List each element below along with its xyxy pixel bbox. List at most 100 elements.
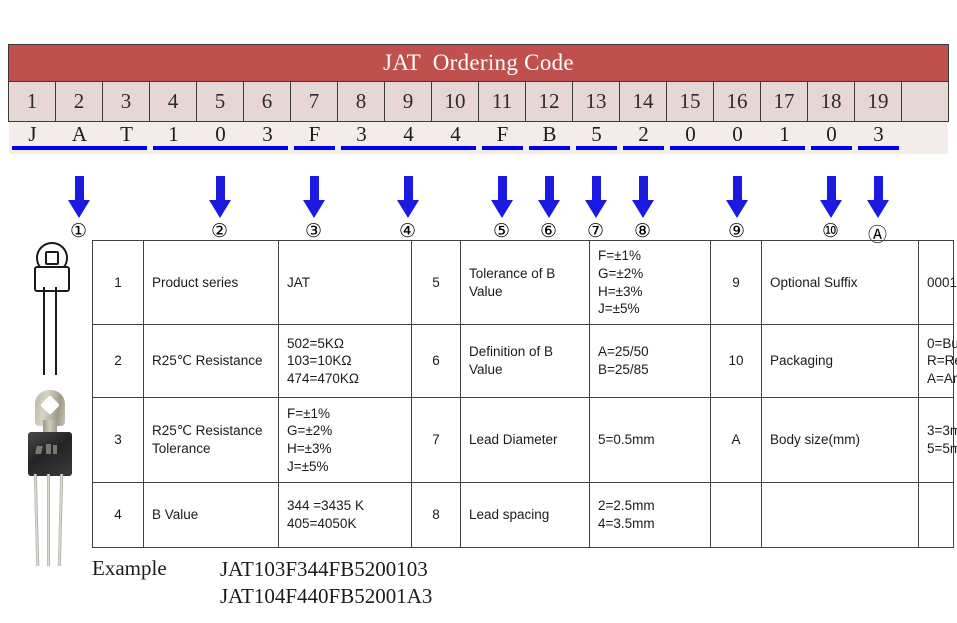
down-arrow-icon: [866, 176, 889, 218]
down-arrow-icon: [819, 176, 842, 218]
table-cell-index: A: [710, 397, 762, 484]
arrow-shaft: [215, 176, 225, 202]
table-row: 2 R25℃ Resistance 502=5KΩ 103=10KΩ 474=470…: [92, 324, 957, 399]
position-number-cell: 3: [103, 82, 150, 121]
table-cell-value: JAT: [278, 239, 412, 326]
arrow-head: [631, 200, 654, 218]
position-number-cell: 15: [667, 82, 714, 121]
product-image-column: [14, 240, 86, 570]
position-number-cell: 4: [150, 82, 197, 121]
table-cell-label: Body size(mm): [761, 397, 919, 484]
code-character-cell: [902, 122, 948, 154]
table-cell-label: Lead spacing: [460, 482, 590, 549]
code-group-underline: [623, 146, 664, 150]
position-number-cell: 17: [761, 82, 808, 121]
code-character: A: [71, 122, 88, 146]
code-character: 4: [450, 122, 461, 146]
table-row: 3 R25℃ Resistance Tolerance F=±1% G=±2% H=…: [92, 397, 957, 484]
table-cell-label: R25℃ Resistance Tolerance: [143, 397, 279, 484]
arrow-shaft: [309, 176, 319, 202]
down-arrow-icon: [537, 176, 560, 218]
table-cell-label: Definition of B Value: [460, 324, 590, 399]
arrow-shaft: [497, 176, 507, 202]
position-number-cell: 1: [9, 82, 56, 121]
table-cell-value: [918, 482, 954, 549]
table-cell-index: 1: [92, 239, 144, 326]
position-number-cell: 6: [244, 82, 291, 121]
table-cell-label: Tolerance of B Value: [460, 239, 590, 326]
code-character: F: [308, 122, 321, 146]
table-cell-label: Optional Suffix: [761, 239, 919, 326]
table-cell-value: A=25/50 B=25/85: [589, 324, 711, 399]
table-cell-index: 5: [411, 239, 461, 326]
arrow-shaft: [591, 176, 601, 202]
position-number-cell: [902, 82, 948, 121]
code-character: 3: [262, 122, 273, 146]
arrow-head: [396, 200, 419, 218]
arrow-head: [302, 200, 325, 218]
table-cell-value: 0001: [918, 239, 957, 326]
table-cell-label: Lead Diameter: [460, 397, 590, 484]
down-arrow-icon: [584, 176, 607, 218]
code-group-underline: [294, 146, 335, 150]
table-cell-index: 2: [92, 324, 144, 399]
table-cell-index: 7: [411, 397, 461, 484]
ordering-code-spec-table: 1 Product series JAT 5 Tolerance of B Value F…: [92, 239, 957, 549]
drawing-head-hole: [45, 251, 59, 265]
photo-body-marking: [53, 445, 57, 454]
arrow-head: [819, 200, 842, 218]
table-cell-value: F=±1% G=±2% H=±3% J=±5%: [589, 239, 711, 326]
position-number-cell: 14: [620, 82, 667, 121]
arrow-shaft: [732, 176, 742, 202]
photo-lead-pin: [33, 473, 40, 567]
example-code: JAT103F344FB5200103: [220, 557, 428, 581]
table-cell-value: 2=2.5mm 4=3.5mm: [589, 482, 711, 549]
code-character: 0: [826, 122, 837, 146]
table-cell-value: 5=0.5mm: [589, 397, 711, 484]
arrow-shaft: [826, 176, 836, 202]
code-group-underline: [858, 146, 899, 150]
table-row: 4B Value 344 =3435 K 405=4050K 8 Lead spaci…: [92, 482, 954, 549]
position-number-row: 1 2 3 4 5 6 7 8 9 10 11 12 13 14 15 16 17 18 19: [8, 82, 949, 122]
code-character: 3: [356, 122, 367, 146]
table-cell-index: 8: [411, 482, 461, 549]
page-title: JAT Ordering Code: [383, 50, 574, 75]
photo-lead-pin: [57, 473, 64, 567]
code-group-underline: [482, 146, 523, 150]
down-arrow-icon: [208, 176, 231, 218]
down-arrow-icon: [725, 176, 748, 218]
down-arrow-icon: [490, 176, 513, 218]
table-cell-label: B Value: [143, 482, 279, 549]
position-number-cell: 13: [573, 82, 620, 121]
drawing-lead-right: [55, 287, 57, 375]
code-character: 0: [685, 122, 696, 146]
table-cell-value: 0=Bulk R=Reel A=Ammo: [918, 324, 957, 399]
arrow-shaft: [873, 176, 883, 202]
position-number-cell: 16: [714, 82, 761, 121]
table-cell-value: 3=3mm 5=5mm: [918, 397, 957, 484]
position-number-cell: 8: [338, 82, 385, 121]
position-number-cell: 5: [197, 82, 244, 121]
photo-body-marking: [46, 444, 51, 454]
code-character: 0: [732, 122, 743, 146]
code-group-underline: [12, 146, 147, 150]
code-character: 0: [215, 122, 226, 146]
table-cell-label: Product series: [143, 239, 279, 326]
arrow-head: [208, 200, 231, 218]
example-code-list: JAT103F344FB5200103 JAT104F440FB52001A3: [220, 556, 432, 610]
arrow-shaft: [638, 176, 648, 202]
down-arrow-icon: [302, 176, 325, 218]
code-character: 3: [873, 122, 884, 146]
ordering-code-block: JAT Ordering Code 1 2 3 4 5 6 7 8 9 10 11 12 13 14 15 1…: [8, 44, 949, 154]
drawing-body: [34, 266, 70, 292]
example-label: Example: [92, 556, 167, 580]
table-cell-index: 6: [411, 324, 461, 399]
down-arrow-icon: [67, 176, 90, 218]
drawing-lead-left: [43, 287, 45, 375]
code-group-underline: [529, 146, 570, 150]
table-cell-value: 344 =3435 K 405=4050K: [278, 482, 412, 549]
code-character-row: J A T 1 0 3 F 3 4 4 F B 5 2 0 0 1 0 3: [9, 122, 948, 154]
example-code: JAT104F440FB52001A3: [220, 584, 433, 608]
down-arrow-icon: [396, 176, 419, 218]
table-row: 1 Product series JAT 5 Tolerance of B Value F…: [92, 239, 957, 326]
